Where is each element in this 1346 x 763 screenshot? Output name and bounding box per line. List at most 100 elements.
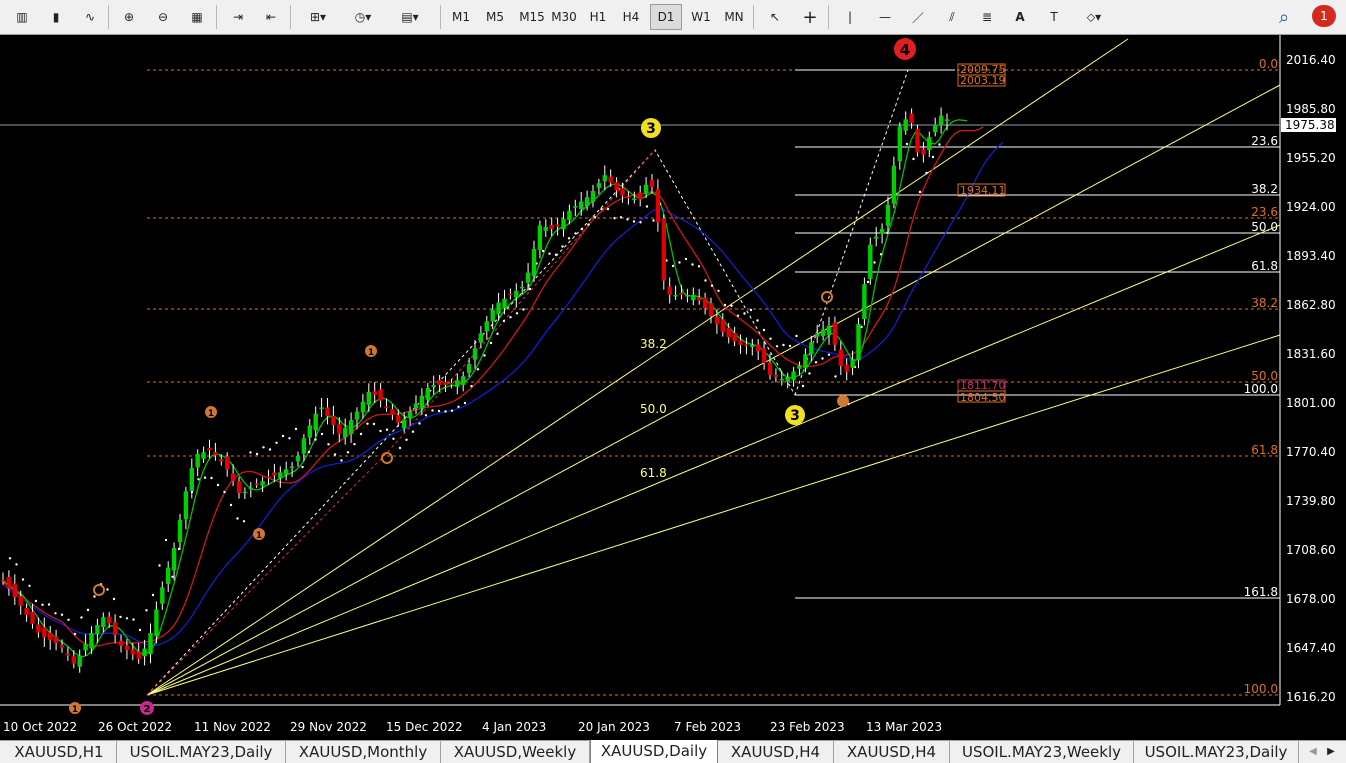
tab-xauusd-h4[interactable]: XAUUSD,H4 xyxy=(718,741,834,763)
cursor-icon[interactable]: ↖ xyxy=(762,4,788,30)
chart-shift-icon[interactable]: ⇥ xyxy=(225,4,251,30)
horizontal-line-icon[interactable]: — xyxy=(872,4,898,30)
bull-candle xyxy=(484,321,489,332)
sar-dot xyxy=(392,437,395,440)
small-circle-marker[interactable] xyxy=(381,452,393,464)
bull-candle xyxy=(891,165,897,204)
timeframe-h4[interactable]: H4 xyxy=(617,4,645,30)
timeframe-m5[interactable]: M5 xyxy=(480,4,510,30)
timeframe-m15[interactable]: M15 xyxy=(514,4,550,30)
autoscroll-icon[interactable]: ⇤ xyxy=(258,4,284,30)
tab-xauusd-monthly[interactable]: XAUUSD,Monthly xyxy=(286,741,441,763)
bull-candle xyxy=(177,520,183,543)
bull-candle xyxy=(189,467,194,491)
fib-retracement-minor[interactable] xyxy=(795,69,1280,599)
text-label-icon[interactable]: T xyxy=(1041,4,1067,30)
text-icon[interactable]: A xyxy=(1007,4,1033,30)
sar-dot xyxy=(548,252,551,255)
tab-usoil-may23-weekly[interactable]: USOIL.MAY23,Weekly xyxy=(950,741,1134,763)
price-tick: 1708.60 xyxy=(1286,543,1336,557)
arrows-icon[interactable]: ⬦▾ xyxy=(1075,4,1113,30)
sar-dot xyxy=(80,616,83,619)
price-chart[interactable]: 2016.40 1985.80 1955.20 1924.00 1893.40 … xyxy=(0,35,1346,740)
templates-icon[interactable]: ▤▾ xyxy=(392,4,428,30)
date-tick: 7 Feb 2023 xyxy=(674,720,741,734)
bear-candle xyxy=(508,293,513,296)
bull-candle xyxy=(289,466,295,468)
fib-retracement-major[interactable] xyxy=(147,69,1280,696)
bull-candle xyxy=(567,210,572,220)
tab-xauusd-h4-2[interactable]: XAUUSD,H4 xyxy=(834,741,950,763)
bear-candle xyxy=(53,636,59,644)
sar-dot xyxy=(418,422,421,425)
bull-candle xyxy=(525,272,531,283)
sar-dot xyxy=(314,438,317,441)
fibonacci-icon[interactable]: ≣ xyxy=(974,4,1000,30)
sar-dot xyxy=(60,613,64,616)
bull-candle xyxy=(643,184,649,194)
timeframe-d1[interactable]: D1 xyxy=(650,4,682,30)
sar-dot xyxy=(554,253,558,256)
bull-candle xyxy=(455,380,460,387)
wave-4-label: 4 xyxy=(900,41,910,59)
notification-badge[interactable]: 1 xyxy=(1312,5,1336,27)
sar-dot xyxy=(47,603,51,606)
bull-candle xyxy=(419,395,425,409)
bull-candle xyxy=(183,491,189,520)
bull-candle xyxy=(879,228,885,234)
bear-candle xyxy=(661,218,666,281)
tab-scroll-right-icon[interactable]: ▶ xyxy=(1323,742,1339,762)
tab-xauusd-weekly[interactable]: XAUUSD,Weekly xyxy=(441,741,590,763)
bull-candle xyxy=(750,345,755,348)
zoom-out-icon[interactable]: ⊖ xyxy=(150,4,176,30)
search-icon[interactable]: ⌕ xyxy=(1271,4,1297,30)
price-tick: 1985.80 xyxy=(1286,102,1336,116)
tab-scroll-left-icon[interactable]: ◀ xyxy=(1305,742,1321,762)
fib-fan[interactable] xyxy=(146,38,1281,696)
bull-candle xyxy=(142,648,147,657)
vertical-line-icon[interactable]: | xyxy=(837,4,863,30)
sar-dot xyxy=(281,434,285,438)
indicators-icon[interactable]: ⊞▾ xyxy=(300,4,336,30)
timeframe-w1[interactable]: W1 xyxy=(686,4,716,30)
zoom-in-icon[interactable]: ⊕ xyxy=(116,4,142,30)
sar-dot xyxy=(379,429,382,433)
tile-windows-icon[interactable]: ▦ xyxy=(184,4,210,30)
small-circle-marker[interactable] xyxy=(821,291,833,303)
date-tick: 29 Nov 2022 xyxy=(290,720,367,734)
minor-1c-label: 1 xyxy=(256,531,262,541)
sar-dot xyxy=(782,343,785,347)
timeframe-m1[interactable]: M1 xyxy=(447,4,475,30)
line-chart-icon[interactable]: ∿ xyxy=(77,4,103,30)
bear-candle xyxy=(59,645,65,648)
timeframe-mn[interactable]: MN xyxy=(719,4,749,30)
chart-canvas[interactable]: 2016.40 1985.80 1955.20 1924.00 1893.40 … xyxy=(0,35,1346,740)
candlestick-icon[interactable]: ▮ xyxy=(43,4,69,30)
sar-dot xyxy=(723,303,727,307)
tab-usoil-may23-daily-2[interactable]: USOIL.MAY23,Daily xyxy=(1134,741,1299,763)
periods-clock-icon[interactable]: ◷▾ xyxy=(345,4,381,30)
bull-candle xyxy=(820,329,826,336)
bull-candle xyxy=(478,333,484,343)
bear-candle xyxy=(213,452,218,456)
tab-usoil-may23-daily[interactable]: USOIL.MAY23,Daily xyxy=(117,741,286,763)
bull-candle xyxy=(826,325,832,336)
tab-xauusd-daily[interactable]: XAUUSD,Daily xyxy=(590,740,718,763)
tab-xauusd-h1[interactable]: XAUUSD,H1 xyxy=(2,741,117,763)
toolbar-divider xyxy=(108,5,109,29)
sar-dot xyxy=(632,220,636,223)
bar-chart-icon[interactable]: ▥ xyxy=(9,4,35,30)
sar-dot xyxy=(626,218,629,221)
minor-1e-marker[interactable] xyxy=(837,395,849,407)
trendline-icon[interactable]: ／ xyxy=(905,4,931,30)
small-circle-marker[interactable] xyxy=(93,584,105,596)
sar-dot xyxy=(327,443,330,446)
timeframe-h1[interactable]: H1 xyxy=(584,4,612,30)
timeframe-m30[interactable]: M30 xyxy=(548,4,580,30)
sar-dot xyxy=(730,304,733,307)
channels-icon[interactable]: ⫽ xyxy=(939,4,965,30)
sar-dot xyxy=(301,465,304,469)
crosshair-icon[interactable]: + xyxy=(797,4,823,30)
sar-dot xyxy=(476,368,480,371)
sar-dot xyxy=(483,354,486,357)
